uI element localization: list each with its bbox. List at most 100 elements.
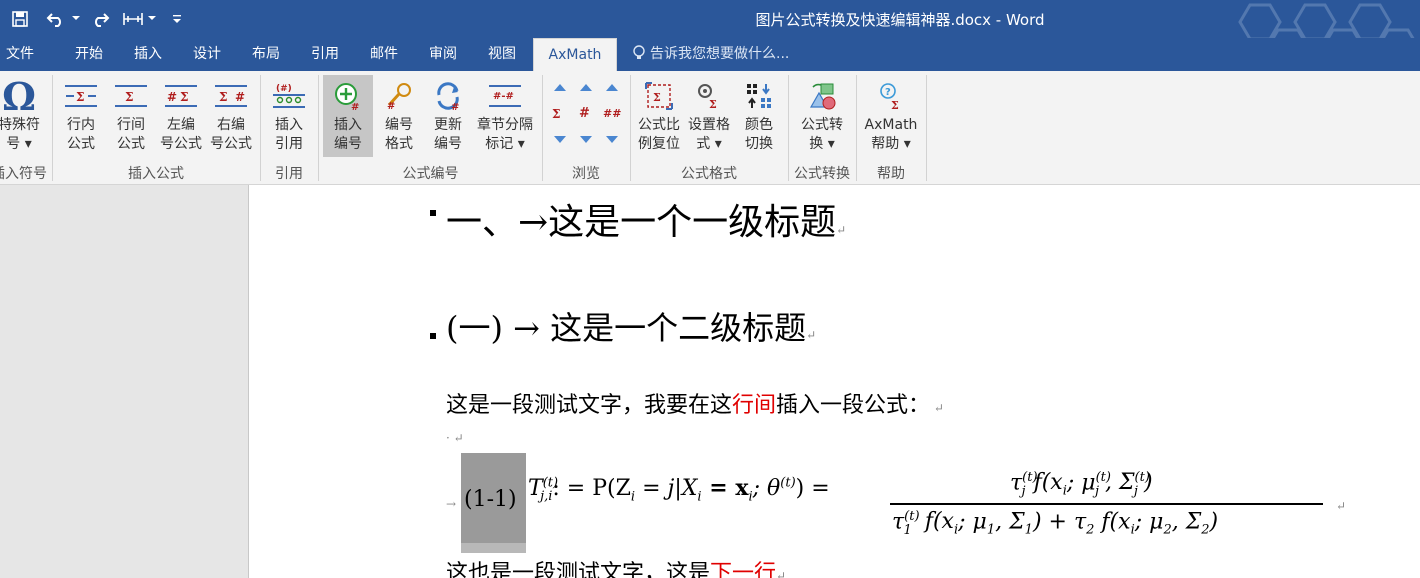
list-marker [430, 210, 436, 216]
heading-1-text: 一、→这是一个一级标题 [446, 202, 837, 243]
insert-number-icon: # [331, 79, 365, 113]
navigation-pane [0, 185, 249, 578]
eq-part: = j|X [635, 476, 698, 501]
fraction-bar [890, 503, 1323, 505]
scale-reset-label: 公式比 例复位 [638, 117, 680, 152]
heading-1[interactable]: 一、→这是一个一级标题↵ [446, 193, 846, 245]
eq-part: , Σ [1171, 509, 1202, 535]
heading-2-text: (一) → 这是一个二级标题 [446, 309, 807, 347]
left-number-formula-icon: # Σ [164, 79, 198, 113]
tab-home[interactable]: 开始 [66, 38, 112, 71]
ribbon-axmath: Ω 特殊符 号 ▾ 插入符号 Σ 行内 公式 Σ 行间 公式 #Σ 左编 号公式 [0, 71, 1420, 185]
inline-formula-label: 行内 公式 [67, 117, 95, 152]
eq-part: : = P(Z [552, 476, 631, 501]
eq-part: ; θ [752, 476, 781, 501]
insert-number-button[interactable]: # 插入 编号 [323, 75, 373, 157]
browse-formula-icon[interactable]: Σ [552, 107, 568, 121]
number-format-label: 编号 格式 [385, 117, 413, 152]
group-label-reference: 引用 [275, 166, 303, 182]
separator [542, 75, 543, 181]
equation-lhs[interactable]: T(t)j,i: = P(Zi = j|Xi = xi; θ(t)) = [528, 475, 830, 504]
right-number-formula-icon: Σ # [214, 79, 248, 113]
tell-me-box[interactable]: 告诉我您想要做什么... [632, 38, 789, 71]
eq-part: ; μ [1134, 509, 1164, 535]
browse-number-icon[interactable]: # [579, 106, 595, 121]
para1-highlight: 行间 [732, 393, 777, 418]
title-bar: 图片公式转换及快速编辑神器.docx - Word [0, 0, 1420, 66]
svg-text:#-#: #-# [493, 91, 514, 102]
chapter-mark-button[interactable]: #-# 章节分隔 标记 ▾ [472, 75, 538, 157]
insert-number-label: 插入 编号 [334, 117, 362, 152]
separator [856, 75, 857, 181]
paragraph-mark: ↵ [836, 223, 847, 237]
tab-view[interactable]: 视图 [479, 38, 525, 71]
inline-formula-button[interactable]: Σ 行内 公式 [58, 75, 104, 157]
set-format-button[interactable]: Σ 设置格 式 ▾ [685, 75, 733, 157]
paragraph-mark: ↵ [806, 328, 817, 342]
formula-convert-button[interactable]: 公式转 换 ▾ [794, 75, 850, 157]
separator [630, 75, 631, 181]
special-symbol-label: 特殊符 号 ▾ [0, 117, 40, 152]
eq-sub: 2 [1163, 522, 1172, 538]
eq-sub: 1 [1024, 522, 1033, 538]
browse-up-icon[interactable] [552, 81, 568, 93]
eq-sub: j [1133, 483, 1138, 499]
svg-text:(#): (#) [276, 84, 292, 94]
update-number-icon: # [431, 79, 465, 113]
paragraph-2[interactable]: 这也是一段测试文字，这是下一行↵ [446, 555, 786, 578]
eq-sup: (t) [780, 475, 796, 491]
browse-chapter-icon[interactable]: ## [603, 107, 621, 121]
equation-label[interactable]: (1-1) [464, 487, 517, 512]
browse-up-icon[interactable] [578, 81, 594, 93]
tab-review[interactable]: 审阅 [420, 38, 466, 71]
tab-axmath[interactable]: AxMath [533, 38, 617, 71]
insert-reference-label: 插入 引用 [275, 117, 303, 152]
eq-part: ) = [795, 476, 830, 501]
left-number-formula-label: 左编 号公式 [160, 117, 202, 152]
ribbon-tabs: 文件 开始 插入 设计 布局 引用 邮件 审阅 视图 AxMath 告诉我您想要… [0, 38, 1420, 71]
svg-text:Σ: Σ [76, 90, 84, 104]
axmath-help-button[interactable]: ? Σ AxMath 帮助 ▾ [860, 75, 922, 157]
document-page[interactable]: 一、→这是一个一级标题↵ (一) → 这是一个二级标题↵ 这是一段测试文字，我要… [250, 185, 1420, 578]
eq-sub: j,i [540, 489, 553, 505]
svg-text:Σ: Σ [891, 99, 899, 111]
browse-up-icon[interactable] [604, 81, 620, 93]
separator [788, 75, 789, 181]
group-label-formula-convert: 公式转换 [794, 166, 850, 182]
tab-file[interactable]: 文件 [0, 38, 40, 71]
tab-layout[interactable]: 布局 [243, 38, 289, 71]
number-format-button[interactable]: # 编号 格式 [376, 75, 422, 157]
browse-down-icon[interactable] [552, 134, 568, 146]
window-title: 图片公式转换及快速编辑神器.docx - Word [755, 11, 1045, 29]
heading-2[interactable]: (一) → 这是一个二级标题↵ [446, 303, 816, 349]
eq-part: , Σ [995, 509, 1025, 535]
scale-reset-button[interactable]: Σ 公式比 例复位 [634, 75, 684, 157]
browse-down-icon[interactable] [578, 134, 594, 146]
insert-reference-button[interactable]: (#) 插入 引用 [266, 75, 312, 157]
tab-insert[interactable]: 插入 [125, 38, 171, 71]
tab-design[interactable]: 设计 [184, 38, 230, 71]
special-symbol-button[interactable]: Ω 特殊符 号 ▾ [0, 74, 48, 157]
lightbulb-icon [633, 45, 645, 59]
paragraph-1[interactable]: 这是一段测试文字，我要在这行间插入一段公式： ↵ [446, 387, 944, 419]
tab-references[interactable]: 引用 [302, 38, 348, 71]
update-number-button[interactable]: # 更新 编号 [425, 75, 471, 157]
para1-after: 插入一段公式： [776, 393, 931, 418]
group-label-formula-number: 公式编号 [402, 166, 459, 182]
color-switch-icon [742, 79, 776, 113]
eq-sub: 2 [1201, 522, 1210, 538]
scale-reset-icon: Σ [642, 79, 676, 113]
empty-paragraph-mark: · ↵ [446, 431, 464, 445]
browse-down-icon[interactable] [604, 134, 620, 146]
right-number-formula-button[interactable]: Σ # 右编 号公式 [208, 75, 254, 157]
svg-text:#: # [451, 102, 459, 111]
eq-part: τ [1010, 470, 1023, 496]
group-label-insert-formula: 插入公式 [128, 166, 184, 182]
color-switch-button[interactable]: 颜色 切换 [736, 75, 782, 157]
separator [318, 75, 319, 181]
tab-mailings[interactable]: 邮件 [361, 38, 407, 71]
left-number-formula-button[interactable]: # Σ 左编 号公式 [158, 75, 204, 157]
display-formula-button[interactable]: Σ 行间 公式 [108, 75, 154, 157]
word-window: 图片公式转换及快速编辑神器.docx - Word 文件 开始 插入 设计 布局… [0, 0, 1420, 578]
right-number-formula-label: 右编 号公式 [210, 117, 252, 152]
